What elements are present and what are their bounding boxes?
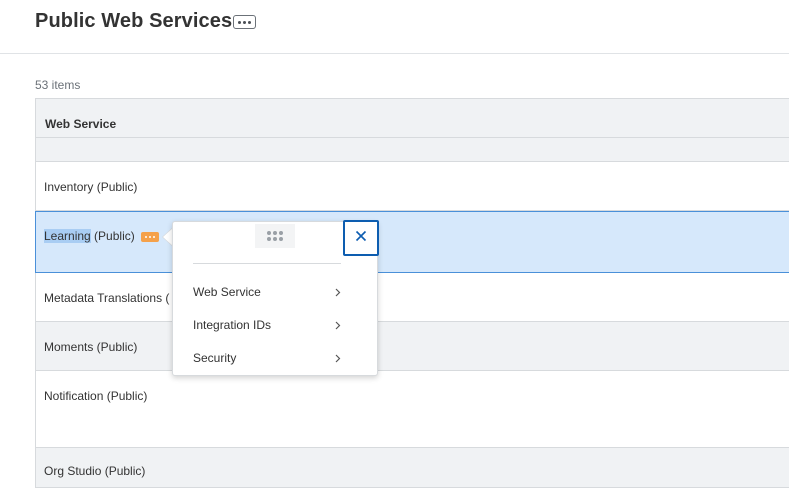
- menu-item-security[interactable]: Security: [193, 347, 343, 369]
- chevron-right-icon: [333, 319, 343, 331]
- row-label-rest: (Public): [90, 229, 135, 243]
- menu-item-label: Integration IDs: [193, 318, 272, 332]
- items-count: 53 items: [35, 78, 81, 92]
- row-label[interactable]: Notification (Public): [44, 389, 147, 403]
- table-row[interactable]: Inventory (Public): [36, 162, 789, 211]
- table-filter-row: [36, 138, 789, 162]
- table-row[interactable]: Notification (Public): [36, 371, 789, 448]
- menu-item-label: Web Service: [193, 285, 261, 299]
- popup-divider: [193, 263, 341, 264]
- table-header: Web Service: [36, 98, 789, 138]
- column-header-web-service[interactable]: Web Service: [45, 117, 116, 131]
- row-label[interactable]: Org Studio (Public): [44, 464, 145, 478]
- menu-item-label: Security: [193, 351, 237, 365]
- drag-handle-icon[interactable]: [255, 224, 295, 248]
- selected-text: Learning: [44, 229, 91, 243]
- menu-item-integration-ids[interactable]: Integration IDs: [193, 314, 343, 336]
- table-row[interactable]: Org Studio (Public): [36, 448, 789, 488]
- table-row[interactable]: Moments (Public): [36, 322, 789, 371]
- close-icon: [355, 229, 367, 247]
- row-label[interactable]: Learning (Public): [44, 229, 135, 243]
- web-services-table: Web Service Inventory (Public) Learning …: [35, 98, 789, 488]
- related-actions-icon[interactable]: [141, 232, 159, 242]
- chevron-right-icon: [333, 286, 343, 298]
- page-header: Public Web Services: [0, 0, 789, 54]
- chevron-right-icon: [333, 352, 343, 364]
- close-popup-button[interactable]: [343, 220, 379, 256]
- table-row[interactable]: Metadata Translations (: [36, 273, 789, 322]
- page-title: Public Web Services: [35, 10, 233, 32]
- menu-item-web-service[interactable]: Web Service: [193, 281, 343, 303]
- row-label[interactable]: Metadata Translations (: [44, 291, 169, 305]
- row-label[interactable]: Inventory (Public): [44, 180, 137, 194]
- table-row-selected[interactable]: Learning (Public): [35, 211, 789, 273]
- row-label[interactable]: Moments (Public): [44, 340, 137, 354]
- ellipsis-icon[interactable]: [233, 15, 256, 29]
